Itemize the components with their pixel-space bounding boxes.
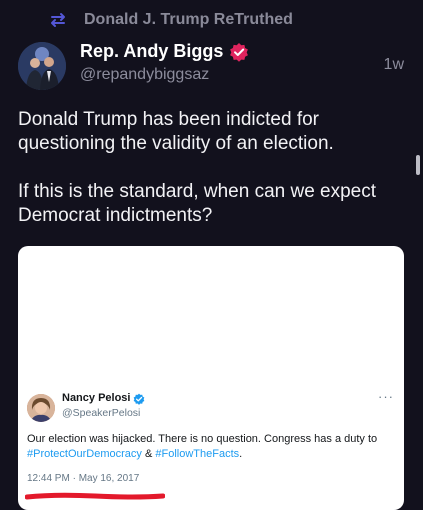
embedded-tweet-text: Our election was hijacked. There is no q… xyxy=(27,432,397,462)
embedded-text-joiner: & xyxy=(141,448,156,460)
post-paragraph: Donald Trump has been indicted for quest… xyxy=(18,109,334,154)
author-handle[interactable]: @repandybiggsaz xyxy=(80,66,209,84)
verified-badge-icon xyxy=(229,42,249,62)
post-timestamp[interactable]: 1w xyxy=(384,56,404,74)
hashtag-link: #ProtectOurDemocracy xyxy=(27,448,142,460)
embedded-author-handle: @SpeakerPelosi xyxy=(62,407,141,419)
embedded-timestamp: 12:44 PM · May 16, 2017 xyxy=(27,473,140,484)
retruth-icon xyxy=(47,9,69,31)
red-underline-annotation xyxy=(24,488,166,500)
retruth-label: Donald J. Trump ReTruthed xyxy=(84,11,293,28)
more-options-icon: ··· xyxy=(378,389,394,404)
embedded-name-row: Nancy Pelosi xyxy=(62,392,145,405)
author-display-name[interactable]: Rep. Andy Biggs xyxy=(80,41,223,62)
author-avatar[interactable] xyxy=(18,42,66,90)
author-name-row: Rep. Andy Biggs xyxy=(80,41,249,62)
embedded-text-prefix: Our election was hijacked. There is no q… xyxy=(27,433,378,445)
media-attachment[interactable]: Nancy Pelosi @SpeakerPelosi ··· Our elec… xyxy=(18,246,404,510)
hashtag-link: #FollowTheFacts xyxy=(155,448,240,460)
embedded-verified-icon xyxy=(133,392,145,405)
post-text: Donald Trump has been indicted for quest… xyxy=(18,108,403,228)
embedded-author-name: Nancy Pelosi xyxy=(62,392,131,404)
scrollbar-thumb[interactable] xyxy=(416,155,420,175)
retruth-header: Donald J. Trump ReTruthed xyxy=(47,9,293,31)
embedded-avatar xyxy=(27,394,55,422)
post-paragraph: If this is the standard, when can we exp… xyxy=(18,181,377,226)
embedded-text-suffix: . xyxy=(239,448,243,460)
